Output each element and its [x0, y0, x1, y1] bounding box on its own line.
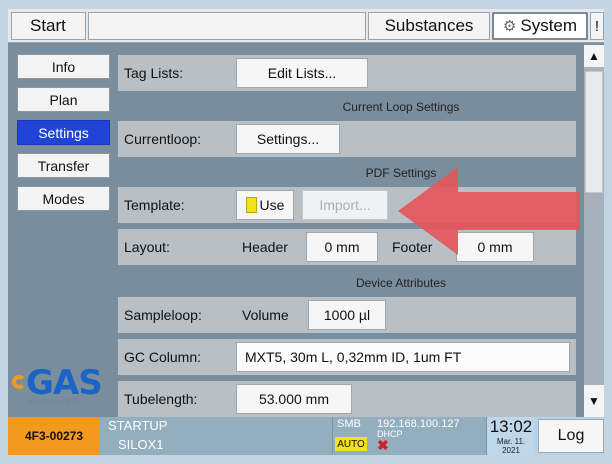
- gas-logo: GAS gas dortmund de: [12, 361, 112, 409]
- header-label: Header: [242, 239, 288, 255]
- current-loop-settings-header: Current Loop Settings: [342, 100, 460, 114]
- system-button[interactable]: ⚙ System: [492, 12, 588, 40]
- top-bar-spacer: [88, 12, 366, 40]
- settings-panel: Tag Lists: Edit Lists... Current Loop Se…: [114, 45, 581, 417]
- network-error-icon: ✖: [377, 437, 389, 453]
- currentloop-label: Currentloop:: [118, 121, 224, 157]
- gc-column-field[interactable]: MXT5, 30m L, 0,32mm ID, 1um FT: [236, 342, 570, 372]
- annotation-arrow: [398, 167, 580, 255]
- use-label: Use: [259, 197, 285, 213]
- year-text: 2021: [502, 446, 520, 455]
- logo-subtext: gas dortmund de: [28, 398, 81, 405]
- sampleloop-label: Sampleloop:: [118, 297, 224, 333]
- date-text: Mar. 11.: [496, 437, 526, 446]
- edit-lists-button[interactable]: Edit Lists...: [236, 58, 368, 88]
- time-text: 13:02: [489, 417, 533, 436]
- substances-button[interactable]: Substances: [368, 12, 490, 40]
- alert-button[interactable]: !: [590, 12, 604, 40]
- network-panel: SMB AUTO 192.168.100.127 DHCP ✖: [332, 417, 486, 455]
- device-id-badge: 4F3-00273: [8, 417, 100, 455]
- logo-swirl-icon: [12, 375, 26, 389]
- system-label: System: [520, 16, 578, 35]
- import-template-button[interactable]: Import...: [302, 190, 388, 220]
- volume-label: Volume: [242, 307, 289, 323]
- layout-label: Layout:: [118, 229, 224, 265]
- run-state-panel: STARTUP SILOX1: [100, 417, 332, 455]
- tag-lists-label: Tag Lists:: [118, 55, 224, 91]
- gc-column-label: GC Column:: [118, 339, 224, 375]
- tubelength-label: Tubelength:: [118, 381, 224, 417]
- sidebar-item-transfer[interactable]: Transfer: [17, 153, 110, 178]
- sidebar-item-settings[interactable]: Settings: [17, 120, 110, 145]
- use-template-checkbox[interactable]: Use: [236, 190, 294, 220]
- currentloop-settings-button[interactable]: Settings...: [236, 124, 340, 154]
- device-attributes-header: Device Attributes: [355, 276, 447, 290]
- vertical-scrollbar[interactable]: ▲ ▼: [584, 45, 604, 417]
- method-text: SILOX1: [118, 437, 164, 452]
- clock-panel: 13:02 Mar. 11. 2021: [486, 417, 534, 455]
- log-button[interactable]: Log: [538, 419, 604, 453]
- scroll-up-arrow-icon[interactable]: ▲: [584, 45, 604, 67]
- scroll-thumb[interactable]: [585, 71, 603, 193]
- logo-text: GAS: [26, 363, 103, 403]
- scroll-down-arrow-icon[interactable]: ▼: [584, 385, 604, 417]
- gear-icon: ⚙: [502, 18, 517, 35]
- sidebar-item-info[interactable]: Info: [17, 54, 110, 79]
- start-button[interactable]: Start: [11, 12, 86, 40]
- tubelength-field[interactable]: 53.000 mm: [236, 384, 352, 414]
- sidebar-item-modes[interactable]: Modes: [17, 186, 110, 211]
- auto-badge: AUTO: [335, 437, 367, 451]
- volume-field[interactable]: 1000 µl: [308, 300, 386, 330]
- checkbox-icon: [245, 197, 257, 213]
- header-margin-field[interactable]: 0 mm: [306, 232, 378, 262]
- smb-text: SMB: [337, 418, 361, 430]
- device-screen: Start Substances ⚙ System ! Info Plan Se…: [8, 9, 604, 455]
- sidebar-item-plan[interactable]: Plan: [17, 87, 110, 112]
- template-label: Template:: [118, 187, 224, 223]
- state-text: STARTUP: [108, 418, 168, 433]
